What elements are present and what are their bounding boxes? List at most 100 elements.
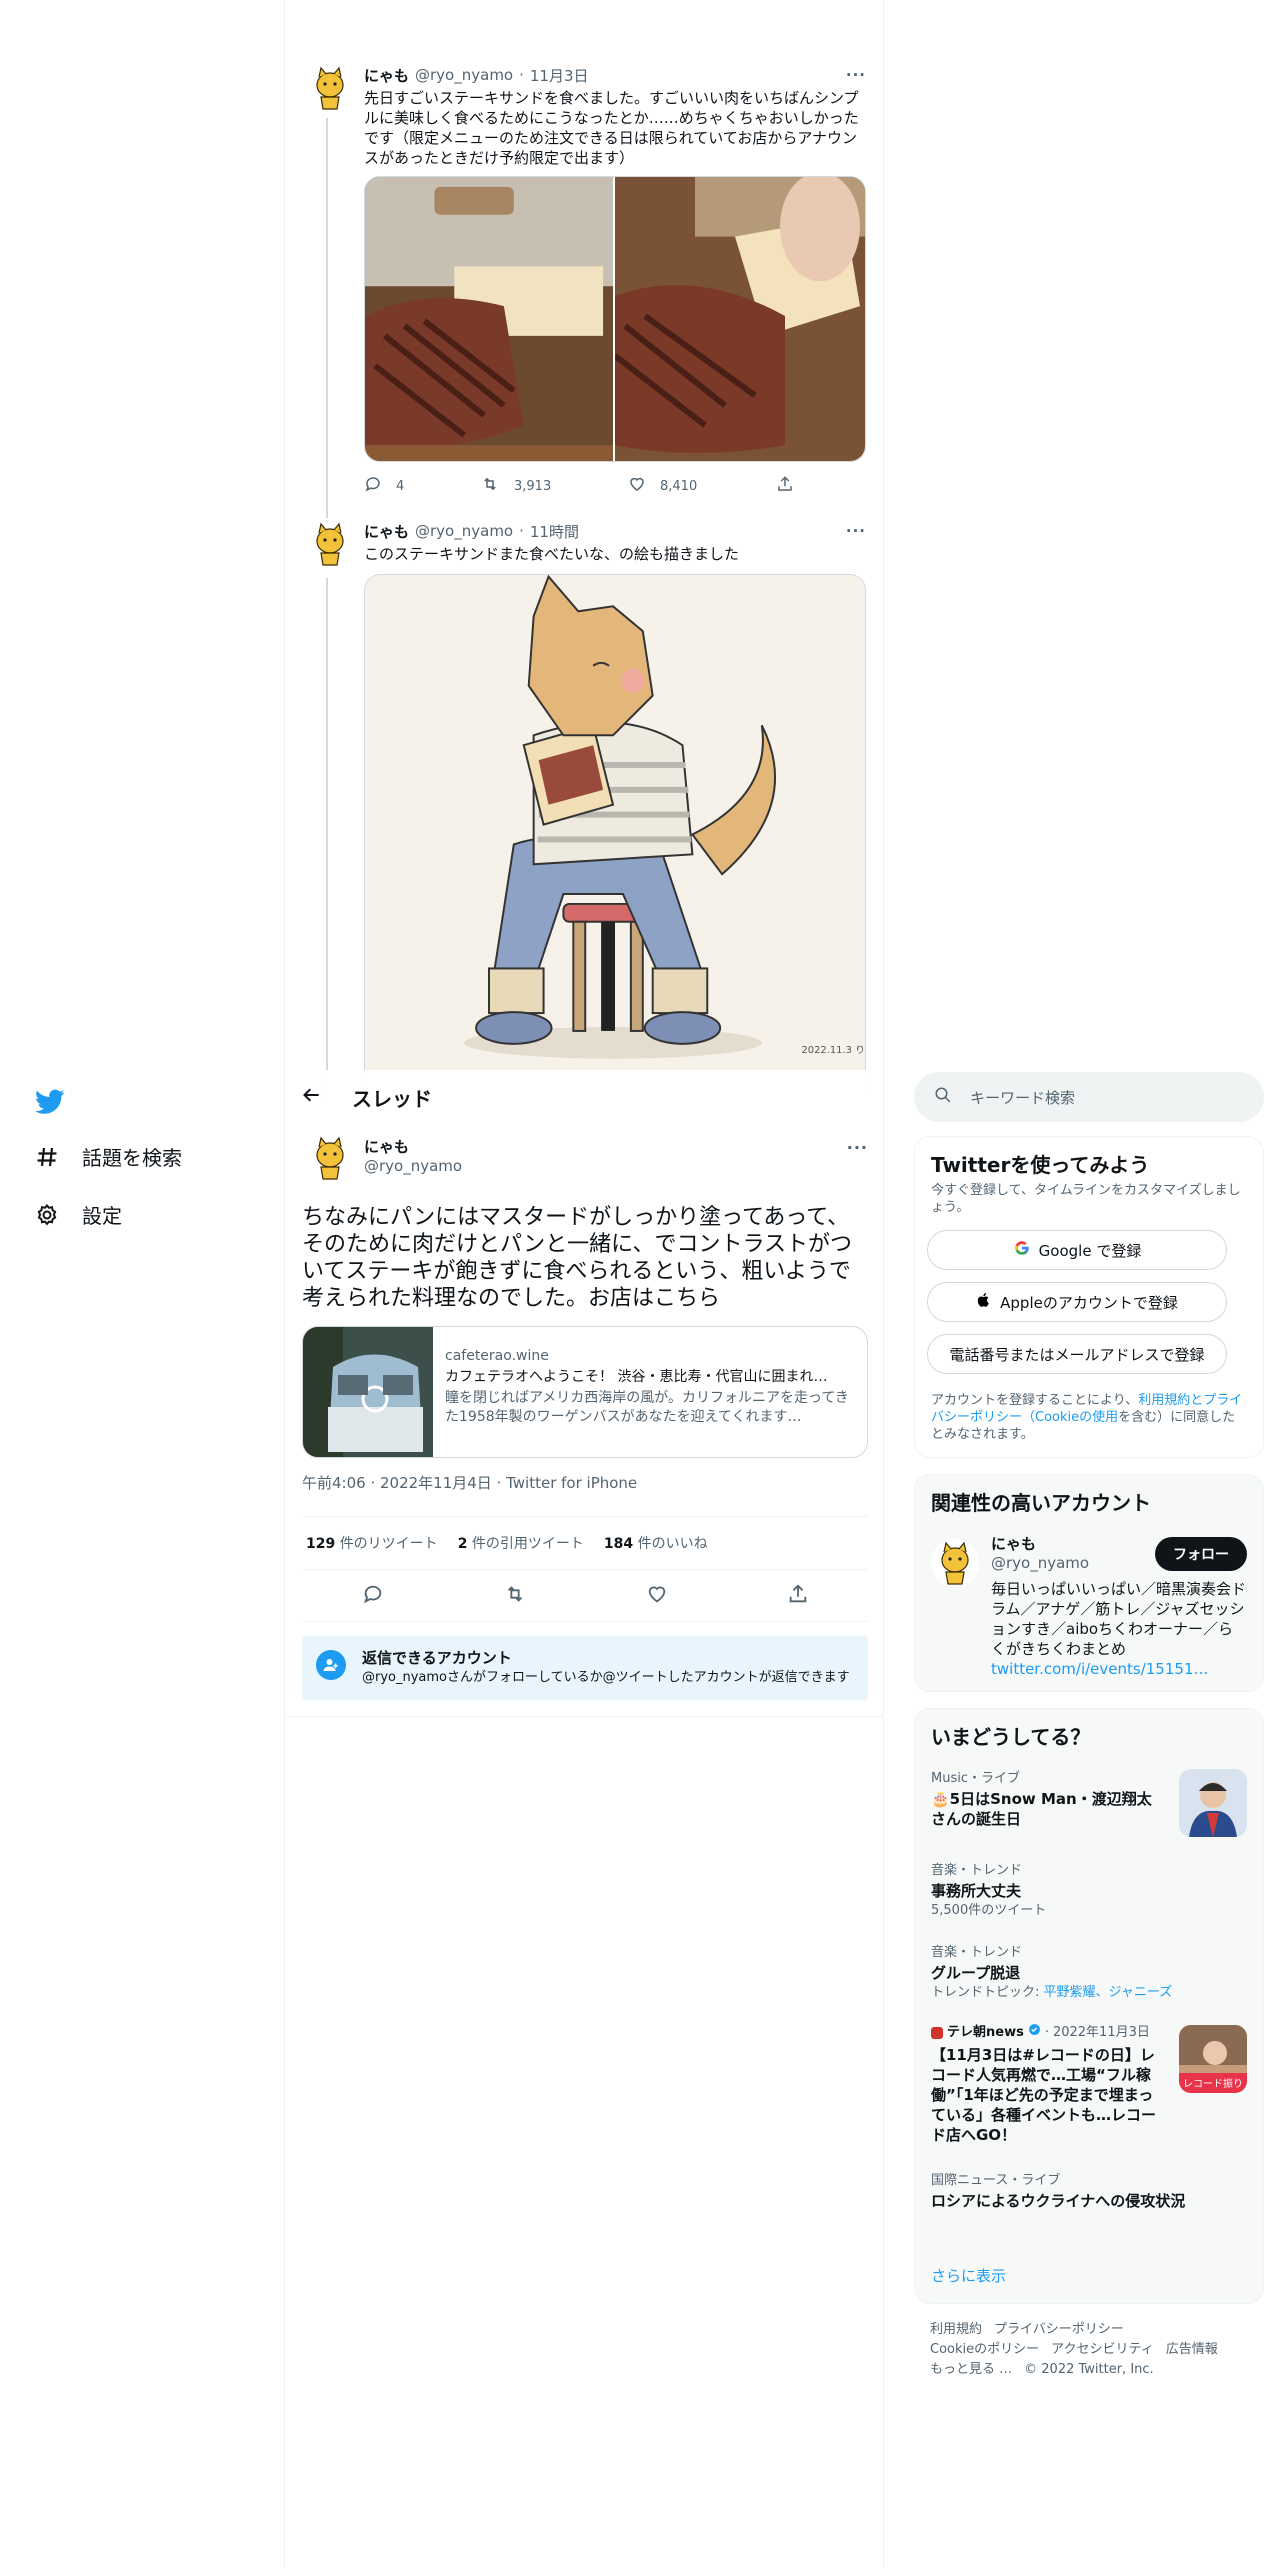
footer-accessibility[interactable]: アクセシビリティ [1051,2342,1154,2357]
footer-terms[interactable]: 利用規約 [930,2322,982,2337]
share-button[interactable] [776,475,794,497]
google-icon [1013,1239,1031,1261]
avatar[interactable] [306,520,354,568]
nav-settings[interactable]: 設定 [34,1200,122,1229]
back-arrow-icon[interactable] [302,1085,322,1109]
retweet-button[interactable]: 3,913 [480,475,628,497]
stat-quote-tweets[interactable]: 2 件の引用ツイート [458,1533,584,1553]
related-accounts-panel: 関連性の高いアカウント にゃも @ryo_nyamo フォロー 毎日いっぱいいっ… [914,1474,1264,1692]
link-card-description: 瞳を閉じればアメリカ西海岸の風が。カリフォルニアを走ってきた1958年製のワーゲ… [445,1390,849,1425]
stat-retweets[interactable]: 129 件のリツイート [306,1533,438,1553]
focused-tweet-actions [302,1570,868,1622]
signup-panel: Twitterを使ってみよう 今すぐ登録して、タイムラインをカスタマイズしましょ… [914,1136,1264,1458]
retweet-icon [480,475,500,497]
related-account-handle[interactable]: @ryo_nyamo [991,1554,1089,1573]
trend-item[interactable]: Music・ライブ 🎂5日はSnow Man・渡辺翔太さんの誕生日 [931,1769,1163,1829]
tweet-text: 先日すごいステーキサンドを食べました。すごいいい肉をいちばんシンプルに美味しく食… [364,89,859,167]
reply-restriction-text: @ryo_nyamoさんがフォローしているか@ツイートしたアカウントが返信できま… [362,1670,850,1685]
heart-icon [628,475,646,497]
stat-likes[interactable]: 184 件のいいね [604,1533,708,1553]
more-options-icon[interactable]: ··· [846,522,866,540]
footer-links: 利用規約 プライバシーポリシー Cookieのポリシー アクセシビリティ 広告情報 も… [930,2320,1250,2380]
search-box[interactable]: キーワード検索 [914,1072,1264,1122]
heart-icon[interactable] [646,1583,668,1609]
main-column: にゃも @ryo_nyamo · 11月3日 ··· 先日すごいステーキサンドを… [286,0,884,2568]
tweet-author-name[interactable]: にゃも [364,1138,462,1157]
search-icon [934,1086,952,1108]
twitter-logo-icon[interactable] [30,1082,70,1122]
tweet-author-handle[interactable]: @ryo_nyamo [415,522,513,540]
avatar[interactable] [931,1539,979,1587]
show-more-link[interactable]: さらに表示 [931,2265,1006,2286]
focused-tweet: にゃも @ryo_nyamo ··· ちなみにパンにはマスタードがしっかり塗って… [286,1134,884,1717]
link-card-domain: cafeterao.wine [445,1348,549,1364]
signup-subtitle: 今すぐ登録して、タイムラインをカスタマイズしましょう。 [931,1183,1241,1215]
svg-text:レコード振り: レコード振り [1183,2077,1243,2090]
dog-illustration[interactable]: 2022.11.3 りにゃも [364,574,866,1094]
steak-sandwich-photo-1[interactable] [365,177,615,461]
footer-more[interactable]: もっと見る … [930,2362,1012,2377]
page-title: スレッド [352,1086,432,1111]
thread-header: スレッド [286,1070,883,1124]
footer-privacy[interactable]: プライバシーポリシー [994,2322,1124,2337]
link-card[interactable]: cafeterao.wine カフェテラオへようこそ！ 渋谷・恵比寿・代官山に囲… [302,1326,868,1458]
like-count: 8,410 [660,478,698,494]
reply-icon [364,475,382,497]
link-card-title: カフェテラオへようこそ！ 渋谷・恵比寿・代官山に囲まれ… [445,1369,828,1385]
share-icon [776,475,794,497]
signup-legal: アカウントを登録することにより、利用規約とプライバシーポリシー（Cookieの使… [931,1393,1243,1442]
tweet-text: このステーキサンドまた食べたいな、の絵も描きました [364,545,740,563]
related-account-bio: 毎日いっぱいいっぱい／暗黒演奏会ドラム／アナゲ／筋トレ／ジャズセッションすき／a… [991,1580,1247,1658]
more-options-icon[interactable]: ··· [846,66,866,84]
retweet-icon[interactable] [503,1583,527,1609]
tweet-author-handle[interactable]: @ryo_nyamo [415,66,513,84]
illustration-signature: 2022.11.3 りにゃも [802,1044,865,1056]
nav-explore-label: 話題を検索 [82,1146,182,1170]
share-icon[interactable] [787,1583,809,1609]
related-account-name[interactable]: にゃも [991,1535,1089,1554]
tweet-author-name[interactable]: にゃも [364,65,409,86]
tweet-date[interactable]: 11時間 [530,521,579,542]
trend-item[interactable]: 音楽・トレンド 事務所大丈夫 5,500件のツイート [931,1861,1247,1921]
reply-count: 4 [396,478,405,494]
tweet-timestamp[interactable]: 午前4:06 · 2022年11月4日 · Twitter for iPhone [302,1472,868,1516]
footer-ads[interactable]: 広告情報 [1166,2342,1218,2357]
hashtag-icon [34,1144,60,1170]
trend-item[interactable]: 国際ニュース・ライブ ロシアによるウクライナへの侵攻状況 [931,2171,1247,2211]
avatar[interactable] [306,64,354,112]
related-account-bio-link[interactable]: twitter.com/i/events/15151… [991,1659,1247,1679]
tweet-date[interactable]: 11月3日 [530,65,589,86]
reply-icon[interactable] [362,1583,384,1609]
tweet-media[interactable] [364,176,866,462]
trend-news-item[interactable]: テレ朝news · 2022年11月3日 【11月3日は#レコードの日】レコード… [931,2023,1163,2145]
tweet[interactable]: にゃも @ryo_nyamo · 11月3日 ··· 先日すごいステーキサンドを… [306,64,866,504]
steak-sandwich-photo-2[interactable] [613,177,865,461]
more-options-icon[interactable]: ··· [847,1138,868,1157]
trends-panel: いまどうしてる？ Music・ライブ 🎂5日はSnow Man・渡辺翔太さんの誕… [914,1708,1264,2304]
retweet-count: 3,913 [514,478,552,494]
apple-signup-button[interactable]: Appleのアカウントで登録 [927,1282,1227,1322]
tweet-author-name[interactable]: にゃも [364,521,409,542]
trends-title: いまどうしてる？ [931,1725,1091,1749]
phone-email-signup-button[interactable]: 電話番号またはメールアドレスで登録 [927,1334,1227,1374]
tweet-actions: 4 3,913 8,410 [364,476,866,496]
right-sidebar: キーワード検索 Twitterを使ってみよう 今すぐ登録して、タイムラインをカス… [914,0,1264,2568]
footer-copyright: © 2022 Twitter, Inc. [1024,2362,1154,2377]
follow-button[interactable]: フォロー [1155,1537,1247,1571]
reply-button[interactable]: 4 [364,475,480,497]
trend-news-image: レコード振り [1179,2025,1247,2093]
news-source-logo-icon [931,2027,943,2039]
trend-image [1179,1769,1247,1837]
footer-cookies[interactable]: Cookieのポリシー [930,2342,1039,2357]
tweet-author-handle[interactable]: @ryo_nyamo [364,1157,462,1176]
trend-item[interactable]: 音楽・トレンド グループ脱退 トレンドトピック: 平野紫耀、ジャニーズ [931,1943,1247,2003]
nav-explore[interactable]: 話題を検索 [34,1142,182,1171]
mention-icon [316,1650,346,1680]
link-card-image [303,1327,433,1457]
google-signup-button[interactable]: Google で登録 [927,1230,1227,1270]
avatar[interactable] [306,1134,354,1182]
like-button[interactable]: 8,410 [628,475,776,497]
tweet[interactable]: にゃも @ryo_nyamo · 11時間 ··· このステーキサンドまた食べた… [306,520,866,1094]
search-input[interactable]: キーワード検索 [970,1087,1075,1108]
tweet-stats: 129 件のリツイート 2 件の引用ツイート 184 件のいいね [302,1516,868,1570]
